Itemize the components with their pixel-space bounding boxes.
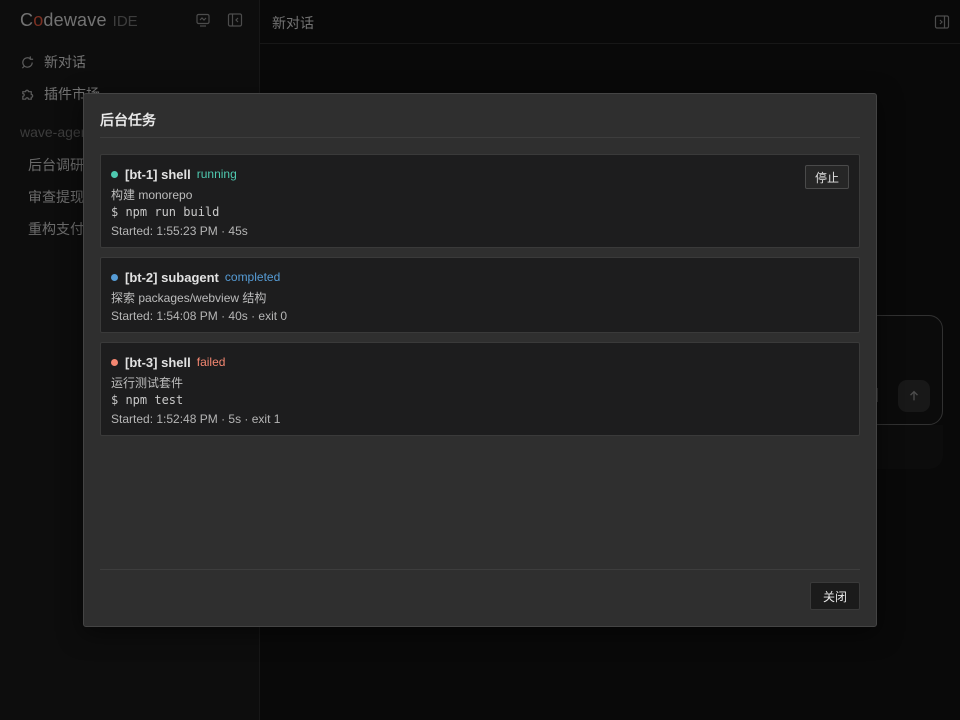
task-command: $ npm run build (111, 205, 220, 219)
status-badge: failed (196, 355, 226, 369)
divider (100, 569, 860, 570)
status-badge: running (196, 167, 237, 181)
status-dot (111, 170, 118, 178)
task-description: 构建 monorepo (111, 188, 193, 202)
task-header: [bt-3] shell failed (111, 353, 225, 371)
task-card: [bt-3] shell failed 运行测试套件 $ npm test St… (100, 342, 860, 436)
divider (100, 137, 860, 138)
task-card: [bt-1] shell running 构建 monorepo $ npm r… (100, 154, 860, 248)
stop-task-button[interactable]: 停止 (805, 165, 849, 189)
task-meta: Started: 1:55:23 PM · 45s (111, 224, 248, 238)
task-id: [bt-2] subagent (125, 269, 219, 285)
status-badge: completed (224, 270, 281, 284)
task-card: [bt-2] subagent completed 探索 packages/we… (100, 257, 860, 333)
status-dot (111, 358, 118, 366)
status-dot (111, 273, 118, 281)
background-tasks-dialog: 后台任务 [bt-1] shell running 构建 monorepo $ … (83, 93, 877, 627)
dialog-title: 后台任务 (100, 112, 156, 128)
task-header: [bt-1] shell running (111, 165, 237, 183)
task-id: [bt-1] shell (125, 166, 191, 182)
task-description: 探索 packages/webview 结构 (111, 291, 267, 305)
task-id: [bt-3] shell (125, 354, 191, 370)
task-description: 运行测试套件 (111, 376, 184, 390)
task-header: [bt-2] subagent completed (111, 268, 280, 286)
task-command: $ npm test (111, 393, 184, 407)
task-meta: Started: 1:52:48 PM · 5s · exit 1 (111, 412, 281, 426)
app-window: Codewave IDE 新对话 插件市场 wave-agent 后台调研 审查… (0, 0, 960, 720)
task-meta: Started: 1:54:08 PM · 40s · exit 0 (111, 309, 288, 323)
close-dialog-button[interactable]: 关闭 (810, 582, 860, 610)
